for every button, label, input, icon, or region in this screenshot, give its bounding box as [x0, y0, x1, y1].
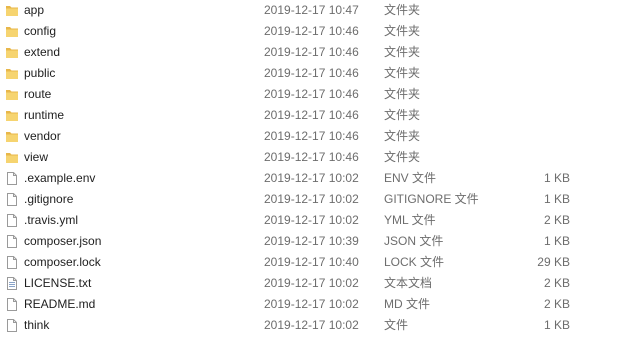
file-name: route	[24, 87, 52, 101]
file-row-15[interactable]: think 2019-12-17 10:02 文件 1 KB	[0, 315, 628, 336]
file-type: LOCK 文件	[384, 255, 445, 269]
file-name: extend	[24, 45, 61, 59]
file-modified: 2019-12-17 10:47	[264, 3, 359, 17]
file-row-9[interactable]: .gitignore 2019-12-17 10:02 GITIGNORE 文件 1 …	[0, 189, 628, 210]
file-icon	[5, 318, 19, 333]
folder-icon	[5, 3, 19, 18]
file-modified: 2019-12-17 10:02	[264, 213, 359, 227]
file-type: YML 文件	[384, 213, 436, 227]
file-name: LICENSE.txt	[24, 276, 92, 290]
file-name: .gitignore	[24, 192, 74, 206]
file-row-11[interactable]: composer.json 2019-12-17 10:39 JSON 文件 1 KB	[0, 231, 628, 252]
file-row-14[interactable]: README.md 2019-12-17 10:02 MD 文件 2 KB	[0, 294, 628, 315]
folder-icon	[5, 108, 19, 123]
file-type: 文件夹	[384, 66, 421, 80]
file-row-3[interactable]: public 2019-12-17 10:46 文件夹	[0, 63, 628, 84]
file-modified: 2019-12-17 10:46	[264, 24, 359, 38]
file-modified: 2019-12-17 10:02	[264, 192, 359, 206]
file-name: composer.lock	[24, 255, 101, 269]
file-name: vendor	[24, 129, 61, 143]
file-row-1[interactable]: config 2019-12-17 10:46 文件夹	[0, 21, 628, 42]
file-type: 文件夹	[384, 108, 421, 122]
file-modified: 2019-12-17 10:46	[264, 87, 359, 101]
file-type: 文件夹	[384, 24, 421, 38]
file-row-8[interactable]: .example.env 2019-12-17 10:02 ENV 文件 1 KB	[0, 168, 628, 189]
file-row-13[interactable]: LICENSE.txt 2019-12-17 10:02 文本文档 2 KB	[0, 273, 628, 294]
file-size: 2 KB	[543, 213, 570, 227]
folder-icon	[5, 66, 19, 81]
file-type: 文件夹	[384, 87, 421, 101]
file-type: 文件夹	[384, 45, 421, 59]
file-modified: 2019-12-17 10:39	[264, 234, 359, 248]
file-modified: 2019-12-17 10:46	[264, 150, 359, 164]
file-name: README.md	[24, 297, 96, 311]
file-type: 文件	[384, 318, 409, 332]
file-name: public	[24, 66, 56, 80]
file-icon	[5, 192, 19, 207]
folder-icon	[5, 129, 19, 144]
file-icon	[5, 255, 19, 270]
file-size: 2 KB	[543, 276, 570, 290]
file-icon	[5, 213, 19, 228]
file-list: app 2019-12-17 10:47 文件夹 config 2019-12-17 …	[0, 0, 628, 335]
file-size: 1 KB	[543, 192, 570, 206]
file-row-7[interactable]: view 2019-12-17 10:46 文件夹	[0, 147, 628, 168]
file-type: GITIGNORE 文件	[384, 192, 479, 206]
file-row-10[interactable]: .travis.yml 2019-12-17 10:02 YML 文件 2 KB	[0, 210, 628, 231]
file-row-6[interactable]: vendor 2019-12-17 10:46 文件夹	[0, 126, 628, 147]
file-name: config	[24, 24, 57, 38]
file-modified: 2019-12-17 10:02	[264, 318, 359, 332]
file-type: 文件夹	[384, 129, 421, 143]
file-size: 1 KB	[543, 171, 570, 185]
file-name: runtime	[24, 108, 65, 122]
file-modified: 2019-12-17 10:46	[264, 108, 359, 122]
file-name: .example.env	[24, 171, 96, 185]
folder-icon	[5, 87, 19, 102]
file-type: ENV 文件	[384, 171, 437, 185]
file-modified: 2019-12-17 10:46	[264, 45, 359, 59]
file-modified: 2019-12-17 10:46	[264, 129, 359, 143]
file-row-4[interactable]: route 2019-12-17 10:46 文件夹	[0, 84, 628, 105]
file-modified: 2019-12-17 10:02	[264, 276, 359, 290]
file-size: 2 KB	[543, 297, 570, 311]
text-document-icon	[5, 276, 19, 291]
file-row-5[interactable]: runtime 2019-12-17 10:46 文件夹	[0, 105, 628, 126]
folder-icon	[5, 24, 19, 39]
file-name: .travis.yml	[24, 213, 78, 227]
file-row-0[interactable]: app 2019-12-17 10:47 文件夹	[0, 0, 628, 21]
file-name: composer.json	[24, 234, 102, 248]
file-name: app	[24, 3, 45, 17]
file-icon	[5, 297, 19, 312]
file-type: JSON 文件	[384, 234, 444, 248]
file-icon	[5, 234, 19, 249]
file-icon	[5, 171, 19, 186]
file-modified: 2019-12-17 10:40	[264, 255, 359, 269]
file-name: think	[24, 318, 50, 332]
file-type: 文件夹	[384, 150, 421, 164]
file-name: view	[24, 150, 49, 164]
file-type: 文本文档	[384, 276, 433, 290]
folder-icon	[5, 150, 19, 165]
file-size: 1 KB	[543, 234, 570, 248]
file-type: 文件夹	[384, 3, 421, 17]
file-type: MD 文件	[384, 297, 430, 311]
file-size: 29 KB	[537, 255, 570, 269]
file-row-12[interactable]: composer.lock 2019-12-17 10:40 LOCK 文件 29 K…	[0, 252, 628, 273]
file-modified: 2019-12-17 10:46	[264, 66, 359, 80]
file-modified: 2019-12-17 10:02	[264, 297, 359, 311]
file-size: 1 KB	[543, 318, 570, 332]
file-row-2[interactable]: extend 2019-12-17 10:46 文件夹	[0, 42, 628, 63]
folder-icon	[5, 45, 19, 60]
file-modified: 2019-12-17 10:02	[264, 171, 359, 185]
